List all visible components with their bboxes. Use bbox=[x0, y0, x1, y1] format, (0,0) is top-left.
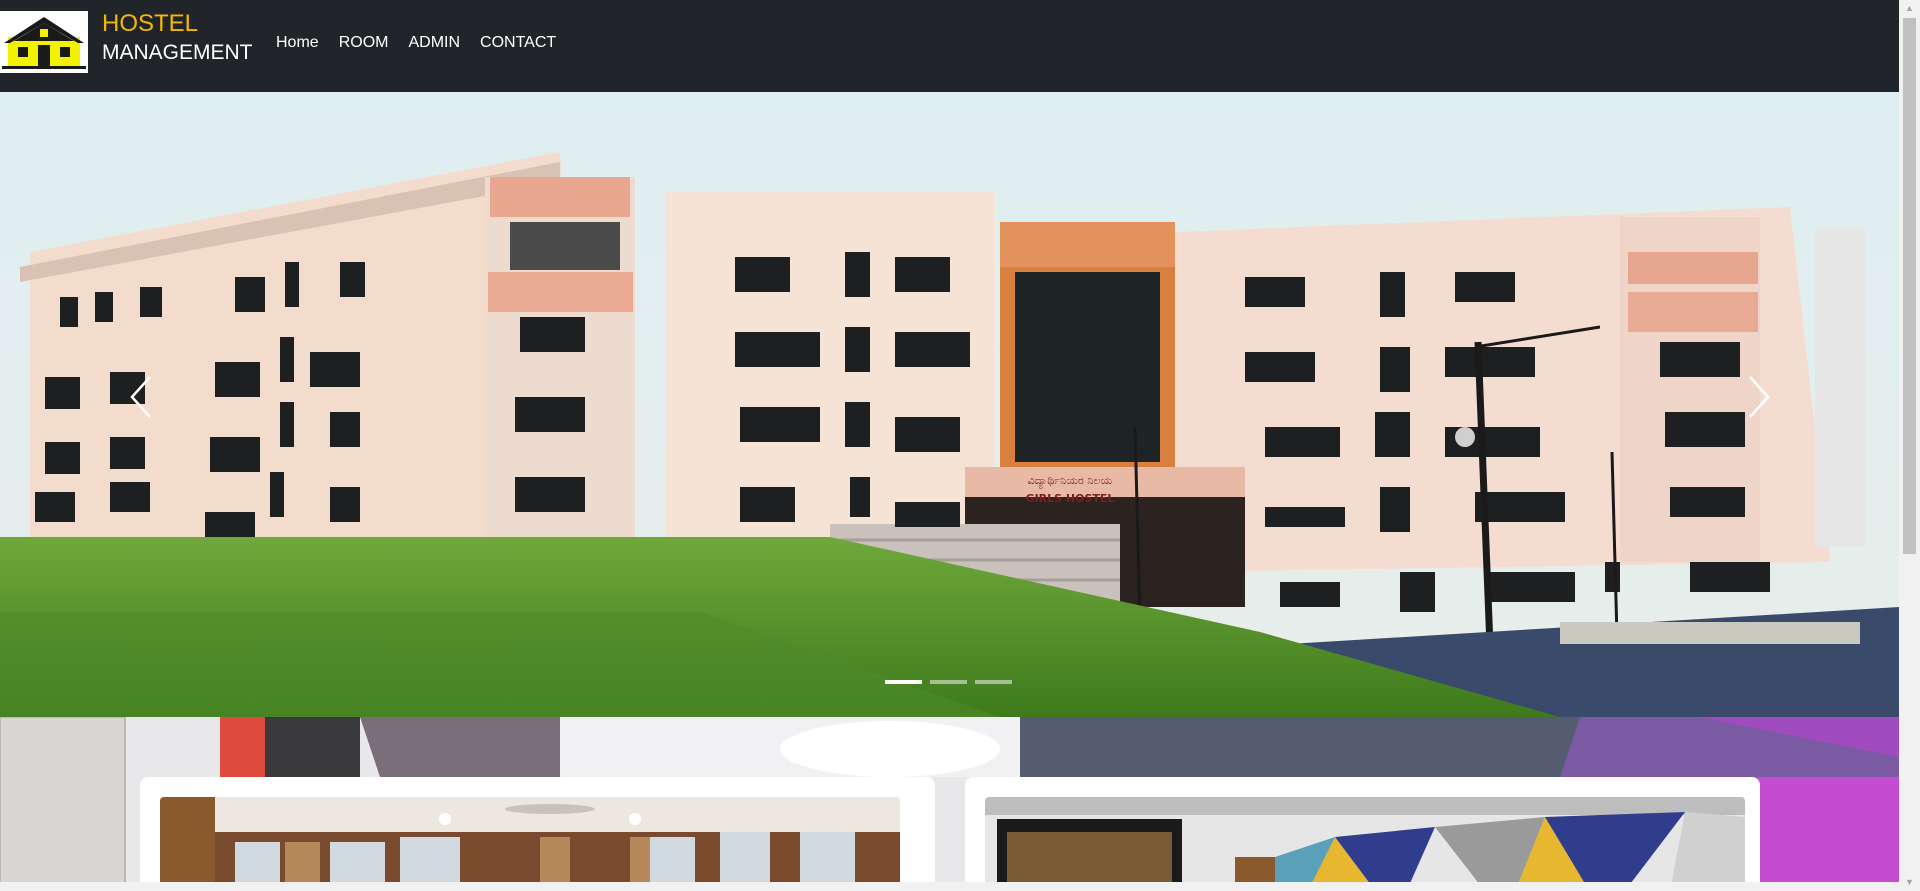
dormitory-image bbox=[160, 797, 900, 891]
scroll-down-icon[interactable]: ▼ bbox=[1899, 874, 1920, 891]
chevron-right-icon bbox=[1749, 376, 1770, 418]
nav-link-room[interactable]: ROOM bbox=[339, 34, 389, 52]
scroll-up-icon[interactable]: ▲ bbox=[1899, 0, 1920, 17]
carousel-indicators bbox=[885, 680, 1012, 684]
carousel-next-button[interactable] bbox=[1732, 367, 1782, 427]
room-card-1[interactable] bbox=[140, 777, 935, 891]
rooms-section bbox=[0, 717, 1899, 891]
nav-link-home[interactable]: Home bbox=[276, 34, 319, 52]
house-logo-icon bbox=[2, 17, 86, 69]
room-image-1[interactable] bbox=[160, 797, 900, 891]
building-sign-line1: ವಿದ್ಯಾರ್ಥಿನಿಯರ ನಿಲಯ bbox=[1028, 474, 1113, 488]
nav-link-admin[interactable]: ADMIN bbox=[408, 34, 460, 52]
carousel-indicator-3[interactable] bbox=[975, 680, 1012, 684]
navbar: HOSTEL MANAGEMENT Home ROOM ADMIN CONTAC… bbox=[0, 0, 1899, 92]
scroll-thumb[interactable] bbox=[1903, 18, 1916, 554]
building-sign-line2: GIRLS HOSTEL bbox=[1026, 492, 1115, 505]
brand-subtitle: MANAGEMENT bbox=[102, 41, 253, 64]
brand-logo[interactable] bbox=[0, 11, 88, 73]
chevron-left-icon bbox=[130, 376, 151, 418]
bedroom-image bbox=[985, 797, 1745, 891]
page: HOSTEL MANAGEMENT Home ROOM ADMIN CONTAC… bbox=[0, 0, 1899, 891]
brand-title: HOSTEL bbox=[102, 10, 199, 37]
main-nav: Home ROOM ADMIN CONTACT bbox=[276, 34, 576, 52]
room-card-2[interactable] bbox=[965, 777, 1760, 891]
carousel-indicator-2[interactable] bbox=[930, 680, 967, 684]
vertical-scrollbar[interactable]: ▲ ▼ bbox=[1899, 0, 1920, 891]
horizontal-scrollbar[interactable] bbox=[0, 882, 1899, 891]
brand-name[interactable]: HOSTEL MANAGEMENT bbox=[102, 10, 253, 64]
hero-carousel: ವಿದ್ಯಾರ್ಥಿನಿಯರ ನಿಲಯ GIRLS HOSTEL bbox=[0, 92, 1899, 717]
carousel-prev-button[interactable] bbox=[118, 367, 168, 427]
carousel-indicator-1[interactable] bbox=[885, 680, 922, 684]
hostel-building-image: ವಿದ್ಯಾರ್ಥಿನಿಯರ ನಿಲಯ GIRLS HOSTEL bbox=[0, 92, 1899, 717]
nav-link-contact[interactable]: CONTACT bbox=[480, 34, 556, 52]
room-image-2[interactable] bbox=[985, 797, 1745, 891]
